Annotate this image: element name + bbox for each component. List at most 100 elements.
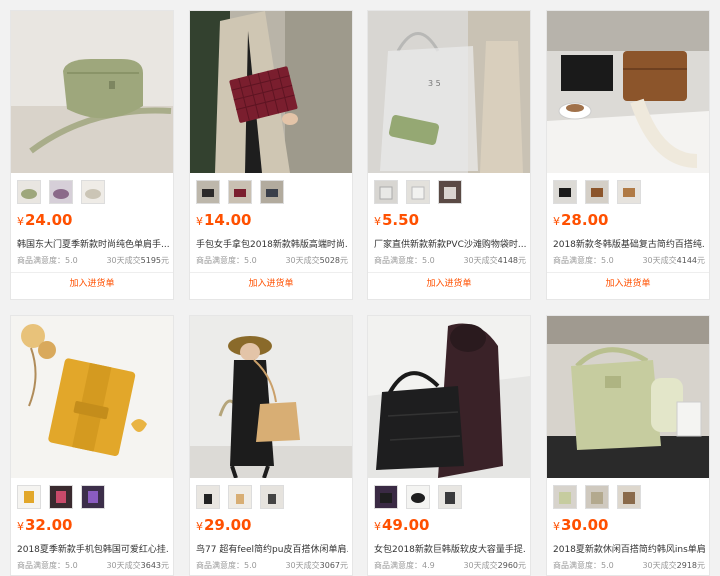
divider bbox=[368, 272, 530, 273]
product-image-tan-bucket-bag[interactable] bbox=[190, 316, 352, 478]
sales-30d: 30天成交3643元 bbox=[106, 561, 169, 570]
satisfaction-score: 商品满意度：5.0 bbox=[553, 256, 614, 265]
color-swatches bbox=[17, 485, 105, 509]
color-swatch[interactable] bbox=[17, 485, 41, 509]
color-swatch[interactable] bbox=[81, 180, 105, 204]
price-value: 5.50 bbox=[382, 211, 420, 229]
product-price: ¥28.00 bbox=[553, 211, 608, 229]
product-title[interactable]: 手包女手拿包2018新款韩版高端时尚... bbox=[196, 237, 348, 250]
satisfaction-score: 商品满意度：5.0 bbox=[17, 561, 78, 570]
add-to-purchase-list-button[interactable]: 加入进货单 bbox=[547, 276, 709, 289]
product-price: ¥5.50 bbox=[374, 211, 419, 229]
color-swatch[interactable] bbox=[81, 485, 105, 509]
currency-symbol: ¥ bbox=[17, 215, 24, 228]
color-swatch[interactable] bbox=[49, 180, 73, 204]
product-image-sage-bucket-bag[interactable] bbox=[547, 316, 709, 478]
product-price: ¥49.00 bbox=[374, 516, 429, 534]
product-price: ¥14.00 bbox=[196, 211, 251, 229]
product-image-black-leather-tote[interactable] bbox=[368, 316, 530, 478]
color-swatch[interactable] bbox=[438, 485, 462, 509]
product-card[interactable]: 3 5 ¥5.50 厂家直供新款新款PVC沙滩购物袋时... 商品满意度：5.0… bbox=[367, 10, 531, 300]
color-swatches bbox=[553, 180, 641, 204]
color-swatch[interactable] bbox=[49, 485, 73, 509]
product-price: ¥32.00 bbox=[17, 516, 72, 534]
price-value: 14.00 bbox=[204, 211, 252, 229]
sales-30d: 30天成交2918元 bbox=[642, 561, 705, 570]
product-price: ¥30.00 bbox=[553, 516, 608, 534]
satisfaction-score: 商品满意度：5.0 bbox=[196, 256, 257, 265]
currency-symbol: ¥ bbox=[196, 215, 203, 228]
color-swatch[interactable] bbox=[228, 485, 252, 509]
color-swatches bbox=[374, 485, 462, 509]
color-swatches bbox=[196, 485, 284, 509]
color-swatch[interactable] bbox=[406, 485, 430, 509]
product-grid: ¥24.00 韩国东大门夏季新款时尚纯色单肩手... 商品满意度：5.0 30天… bbox=[0, 0, 720, 576]
product-card[interactable]: ¥24.00 韩国东大门夏季新款时尚纯色单肩手... 商品满意度：5.0 30天… bbox=[10, 10, 174, 300]
product-image-brown-crossbody[interactable] bbox=[547, 11, 709, 173]
color-swatch[interactable] bbox=[585, 180, 609, 204]
sales-30d: 30天成交3067元 bbox=[285, 561, 348, 570]
product-card[interactable]: ¥30.00 2018夏新款休闲百搭简约韩风ins单肩... 商品满意度：5.0… bbox=[546, 315, 710, 576]
color-swatch[interactable] bbox=[553, 485, 577, 509]
color-swatch[interactable] bbox=[228, 180, 252, 204]
satisfaction-score: 商品满意度：5.0 bbox=[374, 256, 435, 265]
color-swatches bbox=[374, 180, 462, 204]
color-swatch[interactable] bbox=[553, 180, 577, 204]
currency-symbol: ¥ bbox=[374, 520, 381, 533]
color-swatch[interactable] bbox=[374, 180, 398, 204]
divider bbox=[190, 272, 352, 273]
product-title[interactable]: 厂家直供新款新款PVC沙滩购物袋时... bbox=[374, 237, 526, 250]
sales-30d: 30天成交5028元 bbox=[285, 256, 348, 265]
price-value: 29.00 bbox=[204, 516, 252, 534]
product-image-burgundy-clutch[interactable] bbox=[190, 11, 352, 173]
product-image-yellow-phone-bag[interactable] bbox=[11, 316, 173, 478]
product-title[interactable]: 2018新款冬韩版基础复古简约百搭纯... bbox=[553, 237, 705, 250]
satisfaction-score: 商品满意度：5.0 bbox=[196, 561, 257, 570]
sales-30d: 30天成交4144元 bbox=[642, 256, 705, 265]
price-value: 24.00 bbox=[25, 211, 73, 229]
color-swatch[interactable] bbox=[617, 485, 641, 509]
product-image-green-saddle-bag[interactable] bbox=[11, 11, 173, 173]
product-title[interactable]: 2018夏季新款手机包韩国可爱红心挂... bbox=[17, 542, 169, 555]
color-swatch[interactable] bbox=[374, 485, 398, 509]
currency-symbol: ¥ bbox=[553, 520, 560, 533]
color-swatch[interactable] bbox=[406, 180, 430, 204]
add-to-purchase-list-button[interactable]: 加入进货单 bbox=[368, 276, 530, 289]
color-swatch[interactable] bbox=[196, 485, 220, 509]
color-swatches bbox=[196, 180, 284, 204]
product-card[interactable]: ¥29.00 鸟77 超有feel简约pu皮百搭休闲单肩... 商品满意度：5.… bbox=[189, 315, 353, 576]
currency-symbol: ¥ bbox=[553, 215, 560, 228]
svg-text:3 5: 3 5 bbox=[428, 79, 441, 88]
price-value: 49.00 bbox=[382, 516, 430, 534]
currency-symbol: ¥ bbox=[374, 215, 381, 228]
currency-symbol: ¥ bbox=[17, 520, 24, 533]
product-price: ¥24.00 bbox=[17, 211, 72, 229]
color-swatch[interactable] bbox=[17, 180, 41, 204]
color-swatch[interactable] bbox=[585, 485, 609, 509]
color-swatch[interactable] bbox=[438, 180, 462, 204]
product-card[interactable]: ¥28.00 2018新款冬韩版基础复古简约百搭纯... 商品满意度：5.0 3… bbox=[546, 10, 710, 300]
color-swatch[interactable] bbox=[196, 180, 220, 204]
price-value: 28.00 bbox=[561, 211, 609, 229]
product-card[interactable]: ¥32.00 2018夏季新款手机包韩国可爱红心挂... 商品满意度：5.0 3… bbox=[10, 315, 174, 576]
divider bbox=[11, 272, 173, 273]
product-title[interactable]: 2018夏新款休闲百搭简约韩风ins单肩... bbox=[553, 542, 705, 555]
color-swatch[interactable] bbox=[617, 180, 641, 204]
color-swatch[interactable] bbox=[260, 180, 284, 204]
satisfaction-score: 商品满意度：5.0 bbox=[553, 561, 614, 570]
product-title[interactable]: 鸟77 超有feel简约pu皮百搭休闲单肩... bbox=[196, 542, 348, 555]
divider bbox=[547, 272, 709, 273]
color-swatch[interactable] bbox=[260, 485, 284, 509]
sales-30d: 30天成交2960元 bbox=[463, 561, 526, 570]
product-title[interactable]: 韩国东大门夏季新款时尚纯色单肩手... bbox=[17, 237, 169, 250]
product-image-pvc-tote[interactable]: 3 5 bbox=[368, 11, 530, 173]
satisfaction-score: 商品满意度：5.0 bbox=[17, 256, 78, 265]
add-to-purchase-list-button[interactable]: 加入进货单 bbox=[190, 276, 352, 289]
add-to-purchase-list-button[interactable]: 加入进货单 bbox=[11, 276, 173, 289]
product-title[interactable]: 女包2018新款巨韩版软皮大容量手提... bbox=[374, 542, 526, 555]
sales-30d: 30天成交4148元 bbox=[463, 256, 526, 265]
price-value: 30.00 bbox=[561, 516, 609, 534]
color-swatches bbox=[17, 180, 105, 204]
product-card[interactable]: ¥14.00 手包女手拿包2018新款韩版高端时尚... 商品满意度：5.0 3… bbox=[189, 10, 353, 300]
product-card[interactable]: ¥49.00 女包2018新款巨韩版软皮大容量手提... 商品满意度：4.9 3… bbox=[367, 315, 531, 576]
